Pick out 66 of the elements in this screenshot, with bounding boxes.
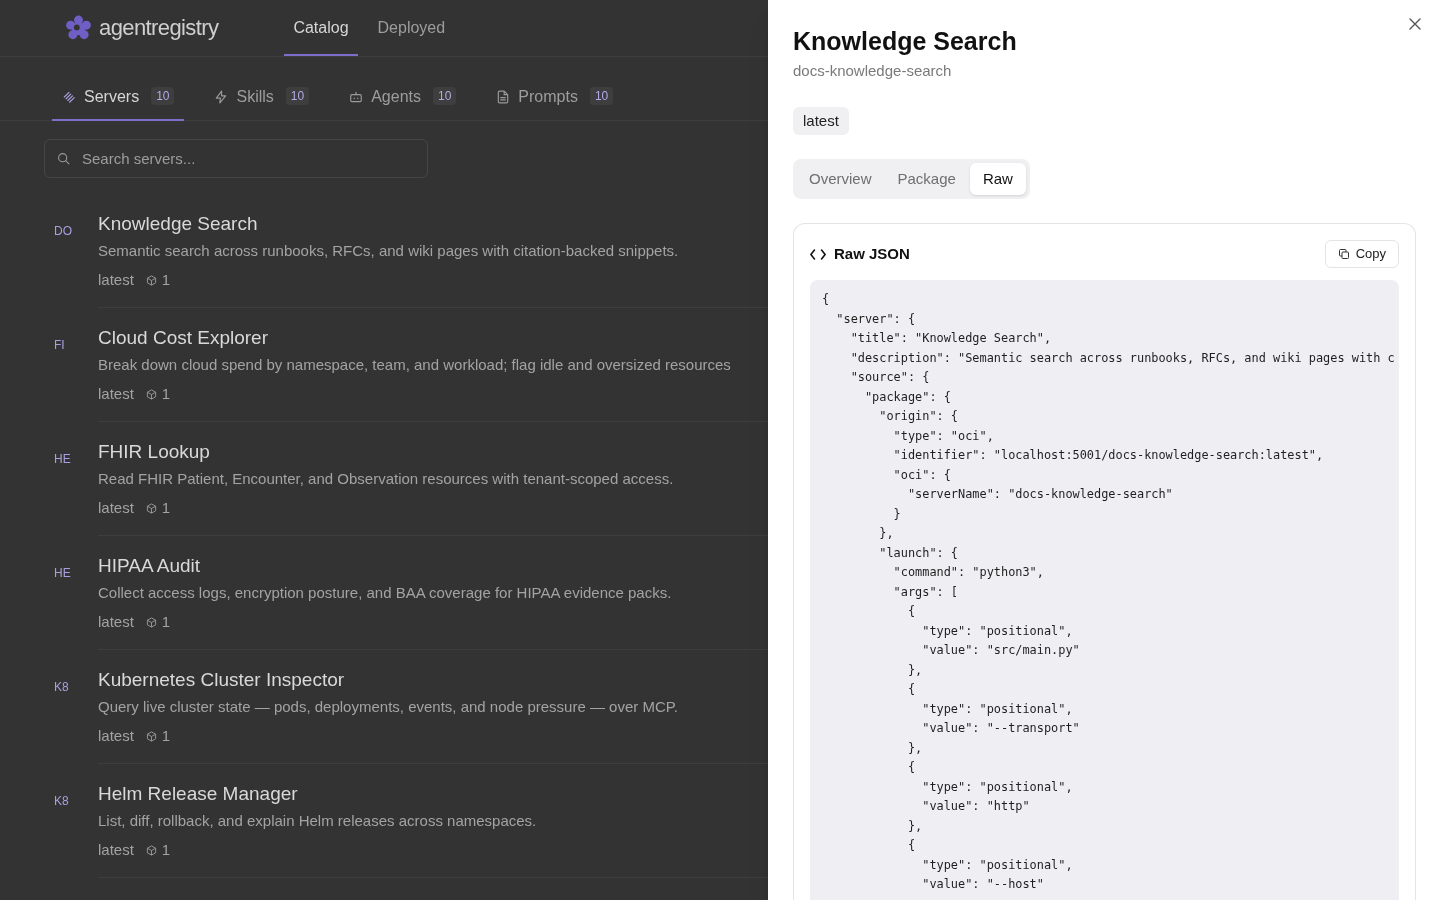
cube-icon (145, 502, 157, 514)
search-icon (57, 152, 70, 165)
server-initials: DO (54, 223, 73, 239)
package-count: 1 (161, 384, 171, 404)
package-count: 1 (161, 498, 171, 518)
section-tab[interactable]: Agents 10 (339, 75, 467, 121)
server-description: Read FHIR Patient, Encounter, and Observation resources with tenant-scoped access. (98, 469, 674, 489)
nav-link[interactable]: Catalog (284, 0, 358, 56)
server-title[interactable]: Knowledge Search (98, 211, 258, 237)
cube-icon (145, 844, 157, 856)
cube-icon (145, 730, 157, 742)
server-initials: K8 (54, 793, 70, 809)
version-label: latest (98, 840, 134, 860)
package-count: 1 (161, 726, 171, 746)
panel-tab[interactable]: Package (885, 163, 968, 195)
server-title[interactable]: FHIR Lookup (98, 439, 210, 465)
panel-title: Knowledge Search (793, 26, 1017, 57)
server-description: Break down cloud spend by namespace, team, and workload; flag idle and oversized resources (98, 355, 731, 375)
count-badge: 10 (433, 87, 457, 105)
package-count: 1 (161, 270, 171, 290)
server-initials: K8 (54, 679, 70, 695)
json-code-block: { "server": { "title": "Knowledge Search", "description": "Semantic search across runbooks, RFCs, and wiki pages with c "source": { "package": { "origin": { "type": "oci", "identifier": "localhost:5001/docs-knowledge-search:latest", "oci": { "serverName": "docs-knowledge-search" } }, "launch": { "command": "python3", "args": [ { "type": "positional", "value": "src/main.py" }, { "type": "positional", "value": "--transport" }, { "type": "positional", "value": "http" }, { "type": "positional", "value": "--host" (810, 280, 1399, 900)
count-badge: 10 (285, 87, 310, 105)
cube-icon (145, 388, 157, 400)
server-title[interactable]: Helm Release Manager (98, 781, 298, 807)
server-description: Query live cluster state — pods, deployments, events, and node pressure — over MCP. (98, 697, 678, 717)
server-title[interactable]: HIPAA Audit (98, 553, 201, 579)
package-count: 1 (161, 612, 171, 632)
server-initials: HE (54, 565, 72, 581)
count-badge: 10 (151, 87, 175, 105)
server-initials: HE (54, 451, 72, 467)
panel-tab[interactable]: Raw (969, 163, 1026, 195)
lightning-icon (214, 90, 229, 104)
cube-icon (145, 616, 157, 628)
version-label: latest (98, 726, 134, 746)
robot-icon (349, 90, 364, 104)
server-initials: FI (54, 337, 66, 353)
nav-link[interactable]: Deployed (368, 0, 455, 56)
version-label: latest (98, 270, 134, 290)
server-description: Collect access logs, encryption posture, and BAA coverage for HIPAA evidence packs. (98, 583, 672, 603)
version-label: latest (98, 384, 134, 404)
panel-tab[interactable]: Overview (797, 163, 884, 195)
section-tab[interactable]: Servers 10 (52, 75, 185, 121)
server-title[interactable]: Cloud Cost Explorer (98, 325, 269, 351)
server-title[interactable]: Kubernetes Cluster Inspector (98, 667, 345, 693)
document-icon (496, 90, 511, 104)
diagonal-lines-icon (62, 90, 76, 104)
search-field[interactable]: Search servers... (44, 139, 428, 178)
version-badge: latest (793, 107, 849, 135)
version-label: latest (98, 612, 134, 632)
server-description: Semantic search across runbooks, RFCs, and wiki pages with citation-backed snippets. (98, 241, 679, 261)
code-icon (810, 248, 826, 260)
close-icon (1409, 18, 1421, 30)
section-tab[interactable]: Skills 10 (204, 75, 320, 121)
server-name: docs-knowledge-search (793, 61, 952, 81)
copy-button[interactable]: Copy (1324, 240, 1399, 268)
cube-icon (145, 274, 157, 286)
count-badge: 10 (589, 87, 614, 105)
copy-icon (1337, 248, 1350, 260)
package-count: 1 (161, 840, 171, 860)
flower-logo-icon (65, 14, 92, 42)
version-label: latest (98, 498, 134, 518)
server-description: List, diff, rollback, and explain Helm releases across namespaces. (98, 811, 537, 831)
logo-text: agentregistry (99, 14, 219, 42)
card-title: Raw JSON (834, 243, 910, 264)
section-tab[interactable]: Prompts 10 (486, 75, 624, 121)
